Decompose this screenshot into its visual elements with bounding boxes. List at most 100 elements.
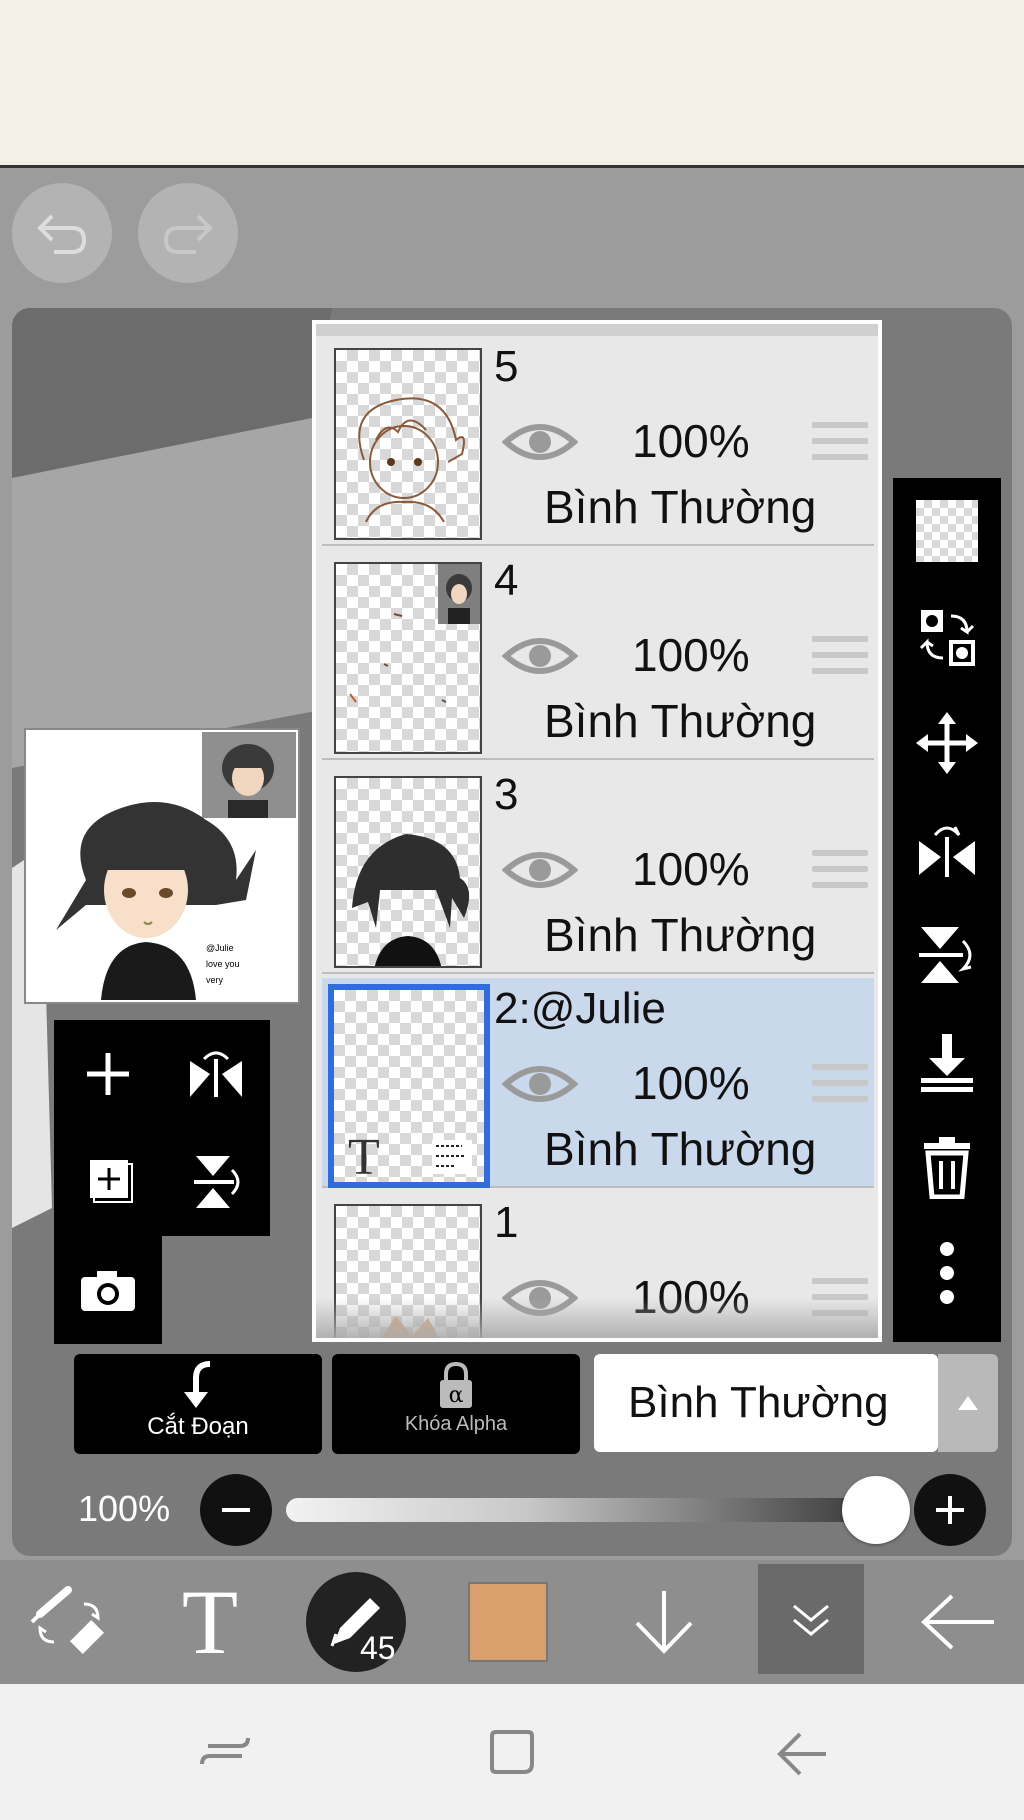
- layer-opacity: 100%: [632, 629, 750, 681]
- brush-eraser-icon: [30, 1586, 104, 1654]
- layer-name: 5: [494, 342, 519, 391]
- home-icon: [490, 1730, 534, 1774]
- merge-down-button[interactable]: [893, 1008, 1001, 1114]
- layer-row[interactable]: 5 100% Bình Thường: [322, 336, 874, 546]
- plus-icon: [936, 1496, 964, 1524]
- layer-panel: 5 100% Bình Thường 4 100% Bình Thường 3 …: [312, 320, 882, 1342]
- layer-name: 4: [494, 556, 519, 605]
- scroll-fade: [316, 1298, 878, 1338]
- bottom-toolbar: T 45: [0, 1560, 1024, 1684]
- layer-row[interactable]: 4 100% Bình Thường: [322, 550, 874, 760]
- layer-row-selected[interactable]: T 2:@Julie 100% Bình Thường: [322, 978, 874, 1188]
- opacity-decrease-button[interactable]: [200, 1474, 272, 1546]
- undo-icon: [37, 214, 87, 254]
- move-icon: [916, 712, 978, 774]
- system-navigation-bar: [0, 1684, 1024, 1820]
- opacity-slider-knob[interactable]: [842, 1476, 910, 1544]
- nav-back-icon: [777, 1732, 826, 1776]
- drag-handle-icon[interactable]: [812, 850, 868, 898]
- current-color-swatch: [468, 1582, 548, 1662]
- layer-blend-mode: Bình Thường: [544, 1123, 817, 1175]
- flip-horizontal-icon: [919, 826, 975, 877]
- transparency-button[interactable]: [893, 478, 1001, 584]
- layer-thumbnail: [334, 348, 482, 540]
- nav-back-button[interactable]: [770, 1724, 834, 1784]
- brush-size-value: 45: [360, 1630, 396, 1666]
- plus-icon: [87, 1053, 129, 1095]
- drag-handle-icon[interactable]: [812, 422, 868, 470]
- opacity-slider-row: 100%: [60, 1470, 1000, 1550]
- redo-button[interactable]: [138, 183, 238, 283]
- recent-apps-icon: [200, 1737, 250, 1765]
- clipping-label: Cắt Đoạn: [147, 1413, 249, 1440]
- blend-mode-dropdown-button[interactable]: [938, 1354, 998, 1452]
- eye-icon[interactable]: [502, 418, 578, 466]
- flip-vertical-icon: [919, 927, 972, 983]
- preview-text: @Julie love you very: [206, 943, 240, 985]
- text-tool-button[interactable]: T: [160, 1560, 260, 1684]
- svg-text:α: α: [449, 1383, 464, 1408]
- minus-icon: [222, 1508, 250, 1512]
- alpha-lock-button[interactable]: α Khóa Alpha: [332, 1354, 580, 1454]
- drag-handle-icon[interactable]: [812, 636, 868, 684]
- layer-blend-mode: Bình Thường: [544, 909, 817, 961]
- layer-blend-mode: Bình Thường: [544, 481, 817, 533]
- flip-horizontal-layer-button[interactable]: [893, 796, 1001, 902]
- swap-layer-button[interactable]: [893, 584, 1001, 690]
- move-button[interactable]: [893, 690, 1001, 796]
- merge-down-icon: [921, 1034, 973, 1092]
- back-button[interactable]: [908, 1560, 1008, 1684]
- recent-apps-button[interactable]: [190, 1724, 260, 1784]
- more-vertical-icon: [940, 1242, 954, 1304]
- eye-icon[interactable]: [502, 846, 578, 894]
- brush-size-button[interactable]: 45: [304, 1560, 408, 1684]
- duplicate-layer-button[interactable]: [54, 1128, 162, 1236]
- color-picker-button[interactable]: [466, 1560, 550, 1684]
- flip-horizontal-button[interactable]: [162, 1020, 270, 1128]
- clipping-button[interactable]: Cắt Đoạn: [74, 1354, 322, 1454]
- swap-icon: [919, 610, 975, 666]
- text-layer-icon: T: [348, 1129, 380, 1186]
- checkerboard-icon: [916, 500, 978, 562]
- flip-vertical-layer-button[interactable]: [893, 902, 1001, 1008]
- arrow-down-icon: [635, 1591, 693, 1654]
- opacity-increase-button[interactable]: [914, 1474, 986, 1546]
- redo-icon: [163, 214, 213, 254]
- layer-thumbnail: T: [328, 984, 490, 1188]
- left-tool-palette: [54, 1020, 270, 1344]
- pen-icon: 45: [306, 1572, 406, 1672]
- layer-opacity: 100%: [632, 1057, 750, 1109]
- delete-layer-button[interactable]: [893, 1114, 1001, 1220]
- blend-mode-select[interactable]: Bình Thường: [594, 1354, 938, 1452]
- layer-opacity: 100%: [632, 843, 750, 895]
- more-options-button[interactable]: [893, 1220, 1001, 1326]
- layer-name: 3: [494, 770, 519, 819]
- panel-top-edge: [316, 324, 878, 336]
- flip-vertical-button[interactable]: [162, 1128, 270, 1236]
- artwork-preview: @Julie love you very: [24, 728, 300, 1004]
- scroll-down-button[interactable]: [614, 1560, 714, 1684]
- clip-arrow-icon: [184, 1361, 211, 1408]
- preview-character: [56, 802, 256, 1000]
- layer-thumbnail: [334, 562, 482, 754]
- top-bar: [0, 0, 1024, 168]
- text-tool-icon: T: [181, 1571, 239, 1673]
- opacity-slider-track[interactable]: [286, 1498, 886, 1522]
- layer-row[interactable]: 3 100% Bình Thường: [322, 764, 874, 974]
- home-button[interactable]: [480, 1720, 544, 1784]
- drag-handle-icon[interactable]: [812, 1064, 868, 1112]
- brush-eraser-toggle-button[interactable]: [10, 1560, 130, 1684]
- add-layer-button[interactable]: [54, 1020, 162, 1128]
- layer-name: 1: [494, 1198, 519, 1247]
- layer-name: 2:@Julie: [494, 984, 666, 1033]
- eye-icon[interactable]: [502, 632, 578, 680]
- flip-vertical-icon: [194, 1156, 240, 1208]
- undo-button[interactable]: [12, 183, 112, 283]
- layer-panel-toggle-button[interactable]: [758, 1564, 864, 1674]
- triangle-up-icon: [958, 1396, 978, 1410]
- camera-button[interactable]: [54, 1236, 162, 1344]
- layer-opacity: 100%: [632, 415, 750, 467]
- blend-mode-value: Bình Thường: [628, 1378, 889, 1427]
- lock-icon: α: [440, 1361, 472, 1408]
- eye-icon[interactable]: [502, 1060, 578, 1108]
